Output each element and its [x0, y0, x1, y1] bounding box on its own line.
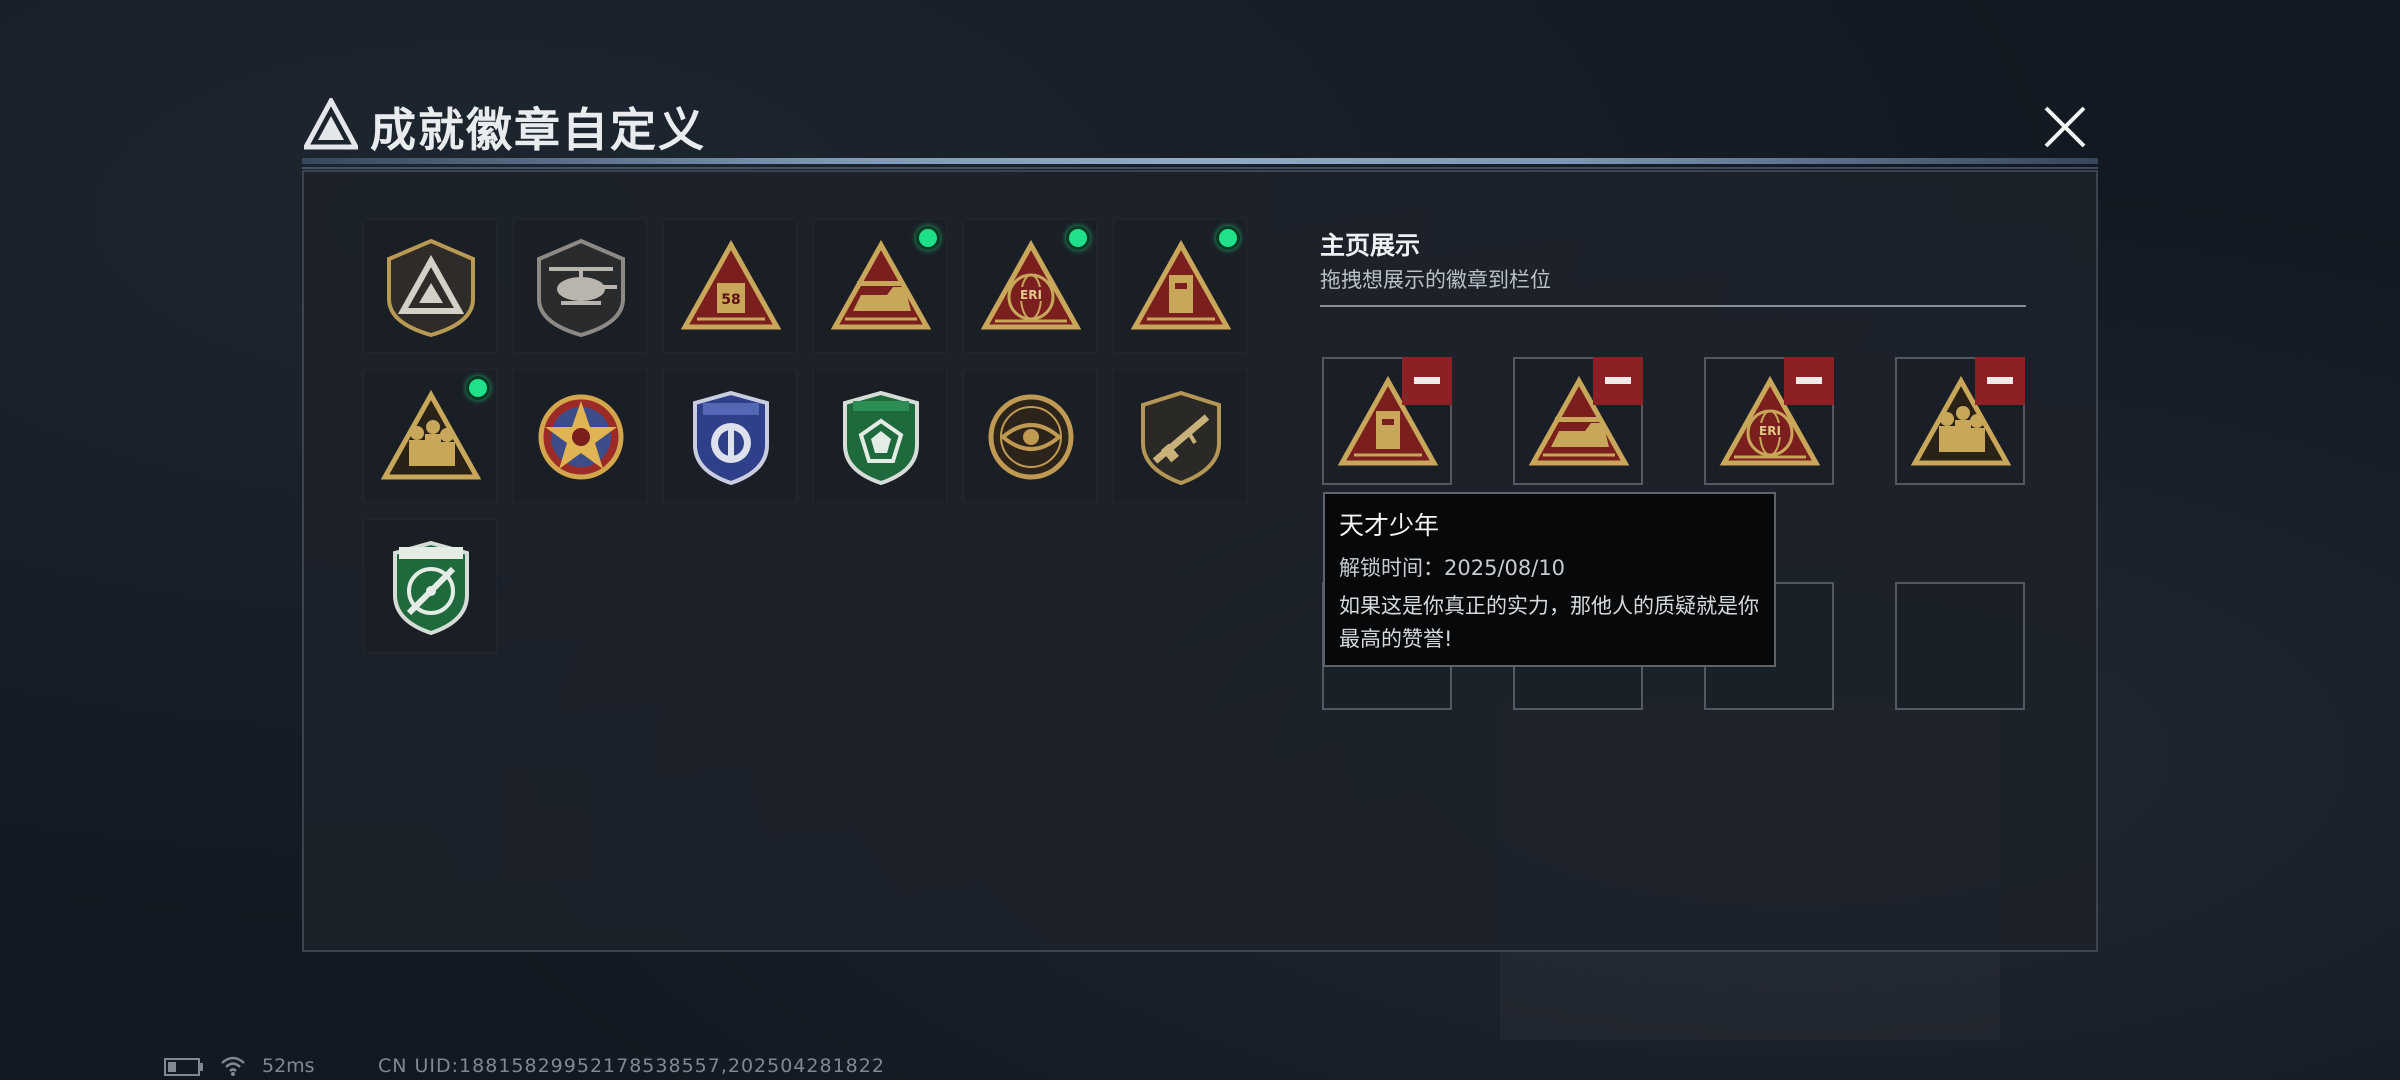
title-divider-thin [302, 167, 2098, 169]
showcase-slot-empty[interactable] [1895, 582, 2025, 710]
svg-text:ERI: ERI [1020, 288, 1042, 302]
badge-item[interactable] [363, 519, 497, 653]
title-divider [302, 158, 2098, 164]
green-gem-shield-badge-icon [843, 390, 919, 486]
badge-tooltip: 天才少年 解锁时间：2025/08/10 如果这是你真正的实力，那他人的质疑就是… [1323, 492, 1776, 667]
triangle-device-badge-icon [1131, 239, 1231, 330]
badge-item[interactable] [1113, 219, 1247, 353]
selected-indicator [1066, 226, 1090, 250]
helicopter-shield-badge-icon [537, 238, 625, 337]
showcase-slot[interactable] [1513, 357, 1643, 485]
selected-indicator [466, 376, 490, 400]
remove-badge-button[interactable] [1975, 357, 2025, 405]
user-uid: CN UID:18815829952178538557,202504281822 [378, 1055, 885, 1077]
rifle-shield-badge-icon [1141, 390, 1221, 486]
badge-item[interactable] [813, 369, 947, 503]
triangle-eri-globe-badge-icon: ERI [981, 239, 1081, 330]
remove-badge-button[interactable] [1593, 357, 1643, 405]
police-shield-badge-icon [693, 390, 769, 486]
close-button[interactable] [2040, 102, 2090, 152]
badge-item[interactable] [963, 369, 1097, 503]
triangle-soldiers-badge-icon [381, 389, 481, 480]
battery-icon [164, 1058, 203, 1076]
showcase-divider [1320, 305, 2026, 307]
badge-item[interactable] [363, 369, 497, 503]
badge-item[interactable] [513, 219, 647, 353]
showcase-title: 主页展示 [1320, 231, 1421, 260]
showcase-subtitle: 拖拽想展示的徽章到栏位 [1320, 268, 1551, 292]
badge-item[interactable]: 58 [663, 219, 797, 353]
wifi-icon [221, 1056, 245, 1076]
badge-item[interactable] [513, 369, 647, 503]
dialog-title: 成就徽章自定义 [370, 103, 706, 157]
badge-item[interactable] [363, 219, 497, 353]
showcase-slot[interactable]: ERI [1704, 357, 1834, 485]
badge-item[interactable]: ERI [963, 219, 1097, 353]
star-medal-badge-icon [538, 394, 624, 480]
svg-text:58: 58 [721, 292, 740, 308]
tooltip-unlock-time: 解锁时间：2025/08/10 [1339, 556, 1566, 580]
delta-logo-icon [304, 98, 358, 150]
triangle-logo-shield-badge-icon [387, 238, 475, 337]
showcase-slot[interactable] [1322, 357, 1452, 485]
eye-coin-badge-icon [988, 394, 1074, 480]
remove-badge-button[interactable] [1402, 357, 1452, 405]
svg-text:ERI: ERI [1759, 424, 1781, 438]
ping-value: 52ms [262, 1055, 315, 1077]
selected-indicator [916, 226, 940, 250]
triangle-58-badge-icon: 58 [681, 239, 781, 330]
tooltip-title: 天才少年 [1339, 511, 1440, 540]
badge-item[interactable] [663, 369, 797, 503]
tooltip-description: 如果这是你真正的实力，那他人的质疑就是你最高的赞誉! [1339, 594, 1759, 651]
badge-item[interactable] [1113, 369, 1247, 503]
badge-item[interactable] [813, 219, 947, 353]
triangle-vehicle-badge-icon [831, 239, 931, 330]
showcase-slot[interactable] [1895, 357, 2025, 485]
selected-indicator [1216, 226, 1240, 250]
remove-badge-button[interactable] [1784, 357, 1834, 405]
green-crosshair-badge-icon [393, 540, 469, 636]
